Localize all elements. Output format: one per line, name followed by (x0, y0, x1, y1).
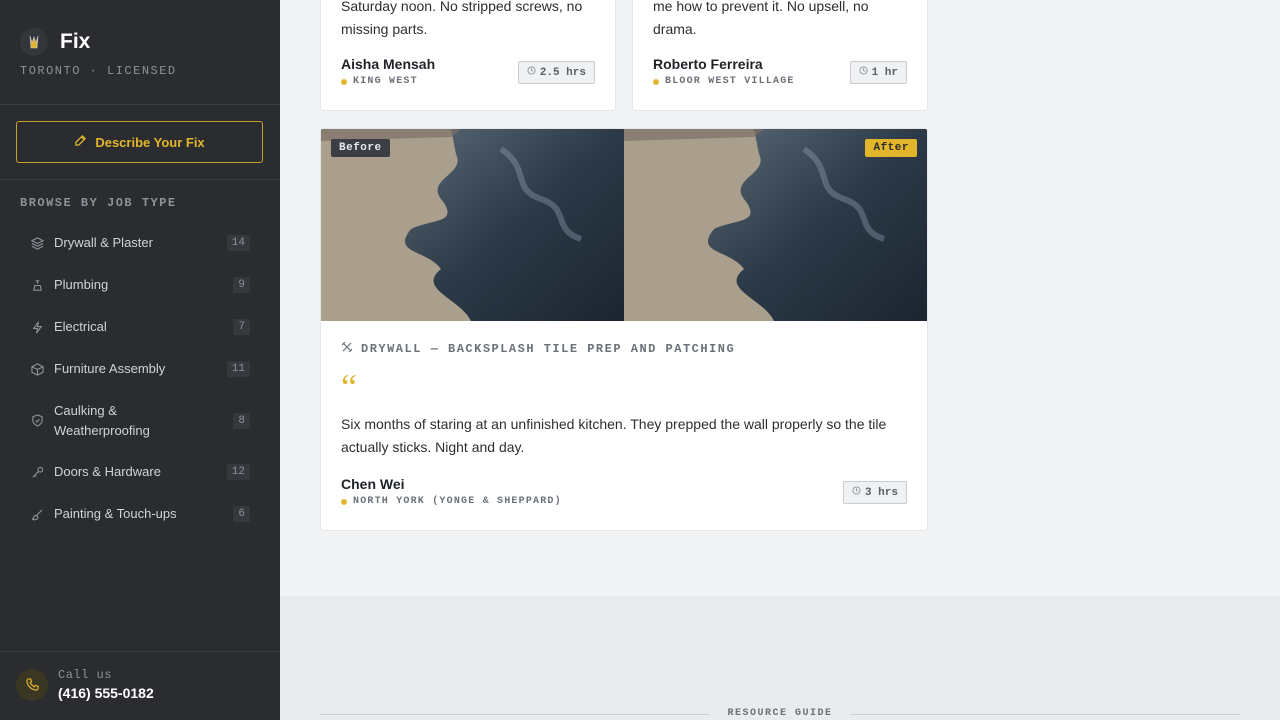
divider (0, 651, 280, 652)
shield-icon (30, 414, 44, 428)
resource-guide-section (280, 596, 1280, 720)
brand-name: Fix (60, 30, 91, 53)
sidebar-item-label: Caulking & Weatherproofing (54, 402, 150, 438)
duration-badge: 2.5 hrs (517, 61, 595, 84)
reviewer: Aisha Mensah KING WEST (341, 56, 435, 87)
faucet-icon (30, 278, 44, 292)
tools-icon (341, 341, 353, 357)
call-us[interactable]: Call us (416) 555-0182 (16, 668, 154, 701)
count-badge: 12 (226, 464, 250, 480)
sidebar-item-plumbing[interactable]: Plumbing 9 (16, 264, 264, 306)
count-badge: 11 (226, 361, 250, 377)
reviewer: Roberto Ferreira BLOOR WEST VILLAGE (653, 56, 795, 87)
job-type-text: DRYWALL — BACKSPLASH TILE PREP AND PATCH… (361, 342, 736, 356)
section-title: BROWSE BY JOB TYPE (20, 196, 177, 210)
review-text: me how to prevent it. No upsell, no dram… (653, 0, 869, 37)
count-badge: 6 (233, 506, 250, 522)
job-type-label: DRYWALL — BACKSPLASH TILE PREP AND PATCH… (341, 341, 735, 357)
sidebar-item-painting[interactable]: Painting & Touch-ups 6 (16, 493, 264, 535)
reviewer-location: NORTH YORK (YONGE & SHEPPARD) (341, 496, 562, 507)
sidebar-item-label: Painting & Touch-ups (54, 506, 177, 521)
sidebar-item-label: Doors & Hardware (54, 464, 161, 479)
before-after-review-card: Before After DRYWALL — BACKSPLASH TILE P… (320, 128, 928, 531)
brand-subtitle: TORONTO · LICENSED (20, 64, 177, 78)
brand[interactable]: Fix (20, 28, 90, 56)
duration-badge: 1 hr (849, 61, 907, 84)
phone-icon (16, 668, 48, 701)
review-text: Saturday noon. No stripped screws, no mi… (341, 0, 583, 37)
reviewer: Chen Wei NORTH YORK (YONGE & SHEPPARD) (341, 476, 562, 507)
sidebar-item-label: Drywall & Plaster (54, 235, 153, 250)
sidebar: Fix TORONTO · LICENSED Describe Your Fix… (0, 0, 280, 720)
sidebar-item-caulking[interactable]: Caulking & Weatherproofing 8 (16, 390, 264, 451)
after-photo[interactable]: After (624, 129, 927, 321)
brush-icon (30, 507, 44, 521)
count-badge: 14 (226, 235, 250, 251)
reviewer-name: Roberto Ferreira (653, 56, 763, 72)
location-dot (341, 78, 347, 85)
describe-your-fix-button[interactable]: Describe Your Fix (16, 121, 263, 163)
duration-badge: 3 hrs (842, 481, 907, 504)
reviewer-location: KING WEST (341, 76, 435, 87)
sidebar-item-label: Plumbing (54, 277, 109, 292)
before-badge: Before (331, 139, 390, 157)
location-label: NORTH YORK (YONGE & SHEPPARD) (353, 496, 562, 507)
count-badge: 9 (233, 277, 250, 293)
clock-icon (859, 66, 868, 79)
review-card: Saturday noon. No stripped screws, no mi… (320, 0, 616, 111)
phone-number[interactable]: (416) 555-0182 (58, 685, 154, 701)
describe-your-fix-label: Describe Your Fix (95, 134, 205, 150)
bolt-icon (30, 320, 44, 334)
after-badge: After (865, 139, 917, 157)
sidebar-item-drywall[interactable]: Drywall & Plaster 14 (16, 222, 264, 264)
reviewer-location: BLOOR WEST VILLAGE (653, 76, 795, 87)
reviewer-name: Chen Wei (341, 476, 405, 492)
quote-mark: “ (341, 367, 357, 407)
duration-label: 2.5 hrs (539, 66, 586, 79)
count-badge: 7 (233, 319, 250, 335)
duration-label: 1 hr (871, 66, 898, 79)
call-label: Call us (58, 668, 112, 682)
location-dot (653, 78, 659, 85)
review-card: me how to prevent it. No upsell, no dram… (632, 0, 928, 111)
duration-label: 3 hrs (864, 486, 898, 499)
review-text: Six months of staring at an unfinished k… (341, 416, 887, 455)
reviewer-name: Aisha Mensah (341, 56, 436, 72)
sidebar-item-furniture-assembly[interactable]: Furniture Assembly 11 (16, 348, 264, 390)
clock-icon (852, 486, 861, 499)
count-badge: 8 (233, 412, 250, 429)
sidebar-item-label: Furniture Assembly (54, 361, 166, 376)
resource-guide-label: RESOURCE GUIDE (727, 708, 833, 719)
edit-icon (74, 134, 87, 150)
box-icon (30, 362, 44, 376)
key-icon (30, 465, 44, 479)
sidebar-item-electrical[interactable]: Electrical 7 (16, 306, 264, 348)
clock-icon (527, 66, 536, 79)
location-dot (341, 498, 347, 505)
sidebar-item-doors-hardware[interactable]: Doors & Hardware 12 (16, 451, 264, 493)
divider (0, 179, 280, 180)
before-photo[interactable]: Before (321, 129, 624, 321)
divider (0, 104, 280, 105)
layers-icon (30, 236, 44, 250)
job-type-nav: Drywall & Plaster 14 Plumbing 9 Electric… (16, 222, 264, 535)
location-label: KING WEST (353, 76, 418, 87)
logo-icon (20, 28, 48, 56)
sidebar-item-label: Electrical (54, 319, 107, 334)
location-label: BLOOR WEST VILLAGE (665, 76, 795, 87)
